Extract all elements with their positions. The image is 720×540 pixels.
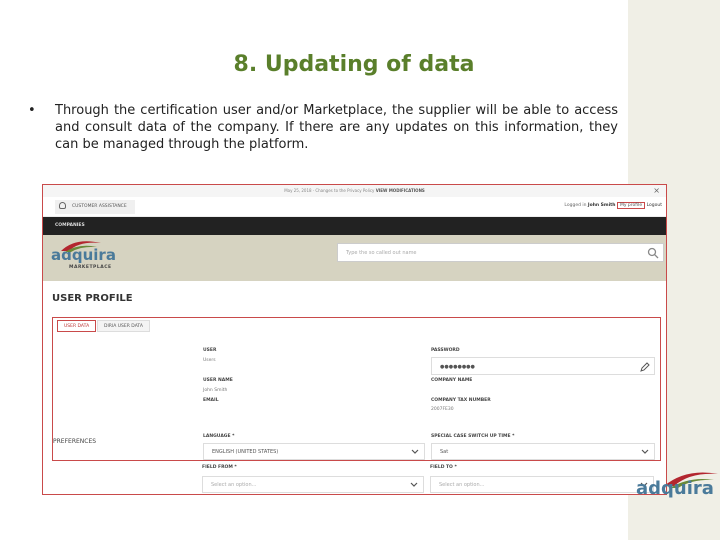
bullet-item: • Through the certification user and/or …: [28, 102, 618, 153]
headset-icon: [59, 202, 66, 209]
swoosh-icon: [61, 241, 101, 252]
customer-assistance-button[interactable]: CUSTOMER ASSISTANCE: [55, 200, 135, 214]
user-label: USER: [203, 348, 217, 353]
chevron-down-icon: [641, 449, 649, 454]
logout-link[interactable]: Logout: [647, 203, 662, 208]
slide-title: 8. Updating of data: [233, 52, 475, 77]
adquira-logo[interactable]: adquira MARKETPLACE: [51, 241, 116, 270]
spelling-select[interactable]: Sat: [431, 443, 655, 460]
embedded-screenshot: May 25, 2018 · Changes to the Privacy Po…: [42, 184, 667, 495]
field-from-select[interactable]: Select an option...: [202, 476, 424, 493]
top-bar: CUSTOMER ASSISTANCE Logged in John Smith…: [43, 197, 666, 217]
customer-assistance-label: CUSTOMER ASSISTANCE: [72, 204, 127, 209]
password-value: ●●●●●●●●: [440, 364, 475, 370]
company-name-label: COMPANY NAME: [431, 378, 473, 383]
my-profile-link[interactable]: My profile: [616, 202, 646, 209]
user-data-panel: USER DATA DIRIA USER DATA USER Users PAS…: [52, 317, 661, 461]
field-to-placeholder: Select an option...: [439, 482, 485, 488]
bullet-text: Through the certification user and/or Ma…: [55, 103, 618, 152]
language-label: LANGUAGE *: [203, 434, 235, 439]
search-input[interactable]: Type the so called out name: [337, 243, 664, 262]
view-modifications-link[interactable]: VIEW MODIFICATIONS: [376, 188, 425, 193]
notice-text: May 25, 2018 · Changes to the Privacy Po…: [284, 188, 375, 193]
logo-subtitle: MARKETPLACE: [69, 265, 112, 270]
spelling-label: SPECIAL CASE SWITCH UP TIME *: [431, 434, 515, 439]
logged-in-prefix: Logged in: [564, 203, 587, 208]
logged-in-user: John Smith: [587, 203, 616, 208]
password-label: PASSWORD: [431, 348, 460, 353]
pencil-icon[interactable]: [640, 362, 650, 372]
company-tax-value: 2007FE30: [431, 407, 454, 412]
corner-adquira-logo: adquira: [634, 466, 720, 506]
company-tax-label: COMPANY TAX NUMBER: [431, 398, 491, 403]
tab-user-data[interactable]: USER DATA: [57, 320, 97, 332]
main-nav: COMPANIES: [43, 217, 666, 235]
spelling-value: Sat: [440, 449, 449, 455]
search-icon[interactable]: [647, 247, 659, 259]
privacy-notice-bar: May 25, 2018 · Changes to the Privacy Po…: [43, 185, 666, 197]
chevron-down-icon: [410, 482, 418, 487]
password-field[interactable]: ●●●●●●●●: [431, 357, 655, 375]
field-to-label: FIELD TO *: [430, 465, 457, 470]
close-icon[interactable]: ×: [653, 185, 660, 197]
language-value: ENGLISH (UNITED STATES): [212, 449, 279, 455]
search-placeholder: Type the so called out name: [346, 250, 417, 256]
page-title: USER PROFILE: [52, 293, 133, 304]
email-label: EMAIL: [203, 398, 219, 403]
field-from-placeholder: Select an option...: [211, 482, 257, 488]
user-value: Users: [203, 358, 216, 363]
language-select[interactable]: ENGLISH (UNITED STATES): [203, 443, 425, 460]
username-label: USER NAME: [203, 378, 233, 383]
preferences-section-label: PREFERENCES: [53, 438, 97, 445]
field-to-select[interactable]: Select an option...: [430, 476, 654, 493]
bullet-dot: •: [28, 103, 36, 118]
nav-item-companies[interactable]: COMPANIES: [55, 217, 85, 235]
corner-logo-word: adquira: [636, 478, 714, 499]
brand-band: adquira MARKETPLACE Type the so called o…: [43, 235, 666, 281]
username-value: John Smith: [203, 388, 228, 393]
field-from-label: FIELD FROM *: [202, 465, 237, 470]
tab-diria-user-data[interactable]: DIRIA USER DATA: [97, 320, 150, 332]
logged-in-info: Logged in John Smith My profile Logout: [564, 202, 662, 209]
chevron-down-icon: [411, 449, 419, 454]
